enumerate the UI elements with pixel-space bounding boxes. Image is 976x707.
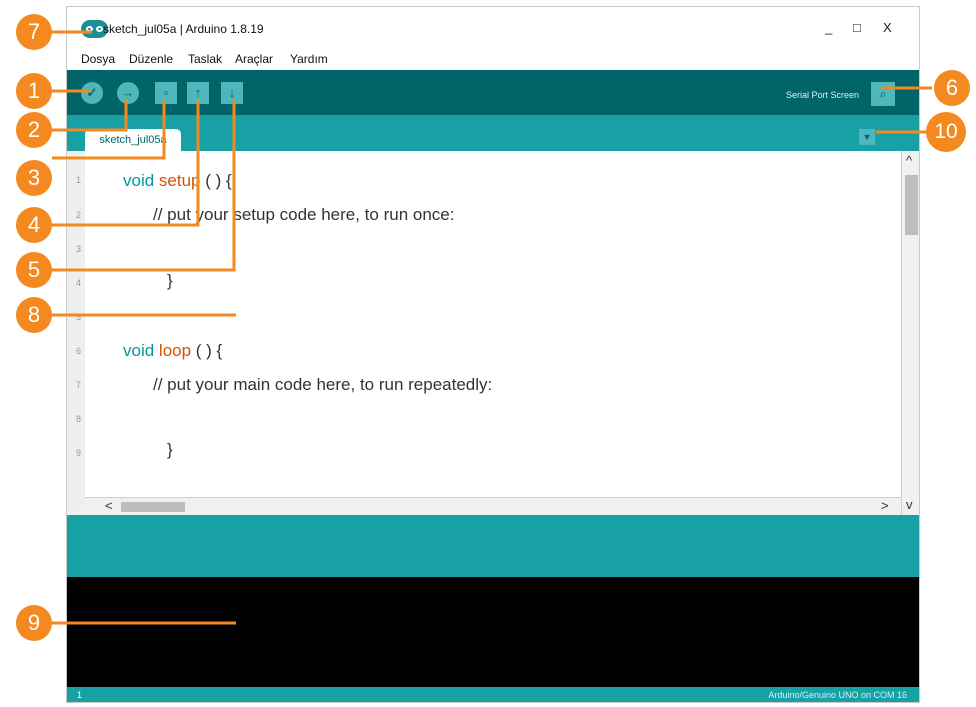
callout-2: 2 xyxy=(16,112,52,148)
window-title: sketch_jul05a | Arduino 1.8.19 xyxy=(103,22,264,36)
board-port-info: Arduino/Genuino UNO on COM 16 xyxy=(768,690,907,700)
title-bar: sketch_jul05a | Arduino 1.8.19 _ □ X xyxy=(67,7,919,49)
new-sketch-button[interactable]: ▫ xyxy=(155,82,177,104)
output-console[interactable] xyxy=(67,577,919,687)
save-arrow-down-icon: ↓ xyxy=(228,85,236,100)
callout-3: 3 xyxy=(16,160,52,196)
minimize-button[interactable]: _ xyxy=(825,20,832,36)
open-arrow-up-icon: ↑ xyxy=(194,85,202,100)
status-bar: 1 Arduino/Genuino UNO on COM 16 xyxy=(67,687,919,702)
callout-10: 10 xyxy=(926,112,966,152)
code-line-loop: void loop ( ) { xyxy=(123,341,222,361)
code-paren: ( ) { xyxy=(200,171,232,190)
tab-menu-button[interactable]: ▼ xyxy=(859,129,875,145)
callout-8: 8 xyxy=(16,297,52,333)
check-icon: ✓ xyxy=(86,85,98,100)
current-line-number: 1 xyxy=(77,690,83,700)
line-number: 3 xyxy=(75,244,81,254)
scroll-down-icon[interactable]: v xyxy=(906,497,913,512)
line-number: 2 xyxy=(75,210,81,220)
vertical-scroll-thumb[interactable] xyxy=(905,175,918,235)
arrow-right-icon: → xyxy=(121,85,135,100)
function-loop: loop xyxy=(158,341,192,360)
open-sketch-button[interactable]: ↑ xyxy=(187,82,209,104)
code-comment-setup: // put your setup code here, to run once… xyxy=(153,205,455,224)
code-paren: ( ) { xyxy=(191,341,223,360)
menu-araclar[interactable]: Araçlar xyxy=(235,52,273,66)
callout-4: 4 xyxy=(16,207,52,243)
message-area xyxy=(67,515,919,577)
menu-dosya[interactable]: Dosya xyxy=(81,52,115,66)
line-number: 6 xyxy=(75,346,81,356)
tab-sketch-jul05a[interactable]: sketch_jul05a xyxy=(85,129,181,151)
close-button[interactable]: X xyxy=(883,20,892,36)
scroll-right-icon[interactable]: > xyxy=(881,498,889,513)
maximize-button[interactable]: □ xyxy=(853,20,861,36)
line-number: 5 xyxy=(75,312,81,322)
upload-button[interactable]: → xyxy=(117,82,139,104)
scroll-left-icon[interactable]: < xyxy=(105,498,113,513)
menu-bar: Dosya Düzenle Taslak Araçlar Yardım xyxy=(67,49,919,70)
arduino-ide-window: sketch_jul05a | Arduino 1.8.19 _ □ X Dos… xyxy=(66,6,920,703)
function-setup: setup xyxy=(158,171,201,190)
line-number: 9 xyxy=(75,448,81,458)
callout-1: 1 xyxy=(16,73,52,109)
new-file-icon: ▫ xyxy=(163,85,169,100)
horizontal-scrollbar[interactable]: < > xyxy=(85,497,901,516)
callout-9: 9 xyxy=(16,605,52,641)
horizontal-scroll-thumb[interactable] xyxy=(121,502,185,512)
line-number: 8 xyxy=(75,414,81,424)
code-comment-loop: // put your main code here, to run repea… xyxy=(153,375,493,394)
toolbar: ✓ → ▫ ↑ ↓ Serial Port Screen ⌕ xyxy=(67,70,919,115)
code-close-brace: } xyxy=(167,271,173,290)
serial-monitor-button[interactable]: ⌕ xyxy=(871,82,895,106)
code-close-brace: } xyxy=(167,440,173,459)
menu-yardim[interactable]: Yardım xyxy=(290,52,328,66)
scroll-up-icon[interactable]: ^ xyxy=(906,153,912,168)
code-editor[interactable]: 1 2 3 4 5 6 7 8 9 void setup ( ) { // pu… xyxy=(67,151,919,516)
line-number: 4 xyxy=(75,278,81,288)
callout-7: 7 xyxy=(16,14,52,50)
callout-5: 5 xyxy=(16,252,52,288)
magnifier-icon: ⌕ xyxy=(879,86,887,101)
verify-button[interactable]: ✓ xyxy=(81,82,103,104)
line-number: 1 xyxy=(75,175,81,185)
keyword-void: void xyxy=(123,341,155,360)
menu-taslak[interactable]: Taslak xyxy=(188,52,222,66)
code-line-setup: void setup ( ) { xyxy=(123,171,232,191)
line-number: 7 xyxy=(75,380,81,390)
callout-6: 6 xyxy=(934,70,970,106)
menu-duzenle[interactable]: Düzenle xyxy=(129,52,173,66)
tabs-bar: sketch_jul05a ▼ xyxy=(67,115,919,151)
serial-port-label: Serial Port Screen xyxy=(785,90,859,100)
keyword-void: void xyxy=(123,171,155,190)
line-number-gutter: 1 2 3 4 5 6 7 8 9 xyxy=(67,151,85,515)
triangle-down-icon: ▼ xyxy=(862,132,872,142)
save-sketch-button[interactable]: ↓ xyxy=(221,82,243,104)
vertical-scrollbar[interactable]: ^ v xyxy=(901,151,919,515)
